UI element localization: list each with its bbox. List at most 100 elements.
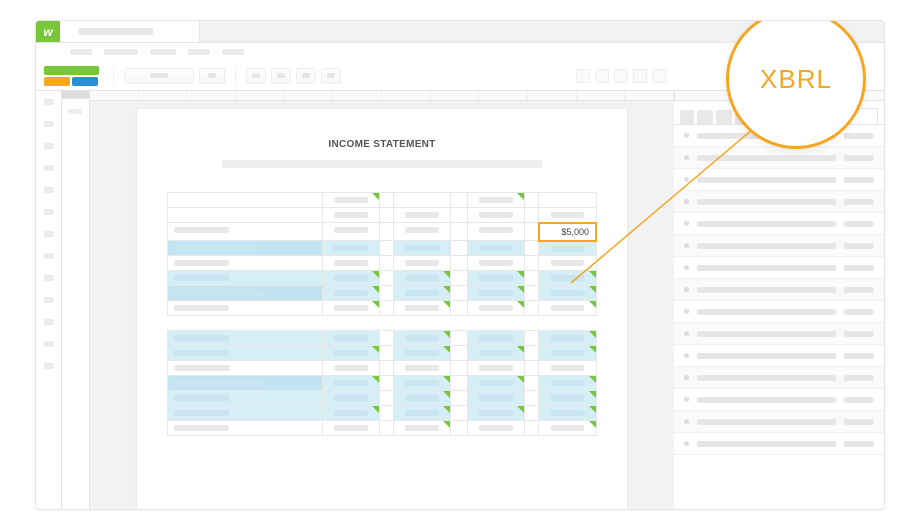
table-cell[interactable]: [394, 361, 451, 376]
outline-item[interactable]: [44, 231, 54, 237]
table-cell[interactable]: [394, 286, 451, 301]
panel-row[interactable]: [674, 345, 884, 367]
crumb-item[interactable]: [104, 49, 138, 55]
table-cell[interactable]: [394, 208, 451, 223]
highlighted-cell[interactable]: $5,000: [539, 223, 596, 241]
table-cell[interactable]: [394, 331, 451, 346]
panel-tab[interactable]: [716, 110, 732, 124]
outline-item[interactable]: [44, 363, 54, 369]
toolbar-button[interactable]: [246, 68, 266, 84]
panel-row[interactable]: [674, 191, 884, 213]
table-cell[interactable]: [467, 331, 524, 346]
table-cell[interactable]: [467, 256, 524, 271]
outline-item[interactable]: [44, 341, 54, 347]
panel-row[interactable]: [674, 411, 884, 433]
toolbar-icon[interactable]: [595, 69, 609, 83]
table-cell[interactable]: [467, 286, 524, 301]
table-cell[interactable]: [467, 421, 524, 436]
table-cell[interactable]: [539, 376, 596, 391]
panel-row[interactable]: [674, 235, 884, 257]
table-cell[interactable]: [394, 421, 451, 436]
table-cell[interactable]: [539, 193, 596, 208]
outline-item[interactable]: [44, 253, 54, 259]
table-cell[interactable]: [539, 331, 596, 346]
table-cell[interactable]: [539, 256, 596, 271]
table-cell[interactable]: [322, 391, 379, 406]
table-cell[interactable]: [322, 346, 379, 361]
table-cell[interactable]: [322, 421, 379, 436]
table-cell[interactable]: [322, 406, 379, 421]
table-cell[interactable]: [322, 241, 379, 256]
toolbar-button[interactable]: [321, 68, 341, 84]
table-cell[interactable]: [467, 223, 524, 241]
panel-list[interactable]: [674, 125, 884, 509]
table-cell[interactable]: [539, 406, 596, 421]
panel-row[interactable]: [674, 367, 884, 389]
income-statement-table[interactable]: $5,000: [167, 192, 597, 436]
crumb-item[interactable]: [150, 49, 176, 55]
table-cell[interactable]: [539, 241, 596, 256]
panel-row[interactable]: [674, 147, 884, 169]
panel-row[interactable]: [674, 279, 884, 301]
table-cell[interactable]: [322, 361, 379, 376]
panel-row[interactable]: [674, 433, 884, 455]
outline-item[interactable]: [44, 187, 54, 193]
crumb-item[interactable]: [188, 49, 210, 55]
crumb-item[interactable]: [70, 49, 92, 55]
panel-row[interactable]: [674, 169, 884, 191]
table-cell[interactable]: [467, 391, 524, 406]
outline-item[interactable]: [44, 99, 54, 105]
table-cell[interactable]: [539, 286, 596, 301]
table-cell[interactable]: [322, 271, 379, 286]
panel-row[interactable]: [674, 323, 884, 345]
table-cell[interactable]: [394, 346, 451, 361]
horizontal-ruler[interactable]: [90, 91, 674, 101]
outline-item[interactable]: [44, 209, 54, 215]
table-cell[interactable]: [394, 301, 451, 316]
table-cell[interactable]: [394, 271, 451, 286]
document-tab[interactable]: [60, 21, 200, 42]
table-cell[interactable]: [467, 376, 524, 391]
table-cell[interactable]: [539, 361, 596, 376]
outline-item[interactable]: [44, 275, 54, 281]
panel-row[interactable]: [674, 389, 884, 411]
panel-row[interactable]: [674, 213, 884, 235]
toolbar-button[interactable]: [271, 68, 291, 84]
table-cell[interactable]: [467, 271, 524, 286]
editor-canvas[interactable]: INCOME STATEMENT $5,000: [90, 101, 674, 509]
table-cell[interactable]: [394, 241, 451, 256]
toolbar-icon[interactable]: [614, 69, 628, 83]
table-cell[interactable]: [322, 256, 379, 271]
panel-tab[interactable]: [697, 110, 713, 124]
table-cell[interactable]: [322, 193, 379, 208]
outline-item[interactable]: [44, 297, 54, 303]
table-cell[interactable]: [539, 301, 596, 316]
toolbar-icon[interactable]: [633, 69, 647, 83]
brand-mark[interactable]: w: [36, 21, 60, 42]
table-cell[interactable]: [394, 256, 451, 271]
outline-item[interactable]: [44, 319, 54, 325]
table-cell[interactable]: [322, 376, 379, 391]
crumb-item[interactable]: [222, 49, 244, 55]
outline-item[interactable]: [44, 165, 54, 171]
table-cell[interactable]: [539, 391, 596, 406]
table-cell[interactable]: [322, 286, 379, 301]
panel-tab[interactable]: [680, 110, 694, 124]
table-cell[interactable]: [467, 193, 524, 208]
table-cell[interactable]: [467, 241, 524, 256]
table-cell[interactable]: [467, 301, 524, 316]
table-cell[interactable]: [539, 346, 596, 361]
table-cell[interactable]: [539, 208, 596, 223]
font-size-select[interactable]: [199, 68, 225, 84]
table-cell[interactable]: [322, 331, 379, 346]
table-cell[interactable]: [394, 406, 451, 421]
font-select[interactable]: [124, 68, 194, 84]
table-cell[interactable]: [539, 271, 596, 286]
table-cell[interactable]: [467, 346, 524, 361]
table-cell[interactable]: [322, 208, 379, 223]
table-cell[interactable]: [322, 301, 379, 316]
table-cell[interactable]: [394, 193, 451, 208]
table-cell[interactable]: [322, 223, 379, 241]
outline-item[interactable]: [44, 143, 54, 149]
table-cell[interactable]: [467, 208, 524, 223]
